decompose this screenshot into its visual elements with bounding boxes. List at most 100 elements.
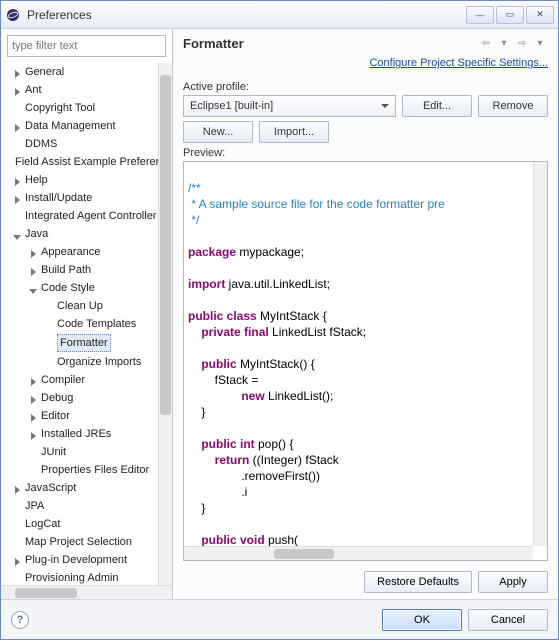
- tree-item[interactable]: Copyright Tool: [5, 99, 160, 117]
- maximize-button[interactable]: ▭: [496, 6, 524, 24]
- new-button[interactable]: New...: [183, 121, 253, 143]
- tree-item[interactable]: Compiler: [5, 371, 160, 389]
- tree-item-label: Appearance: [41, 244, 100, 260]
- edit-button[interactable]: Edit...: [402, 95, 472, 117]
- twisty-closed-icon[interactable]: [13, 555, 23, 565]
- tree-item[interactable]: Ant: [5, 81, 160, 99]
- tree-item[interactable]: General: [5, 63, 160, 81]
- tree-item[interactable]: Organize Imports: [5, 353, 160, 371]
- tree-item[interactable]: Debug: [5, 389, 160, 407]
- tree-item[interactable]: Code Templates: [5, 315, 160, 333]
- twisty-closed-icon[interactable]: [29, 375, 39, 385]
- twisty-closed-icon[interactable]: [13, 67, 23, 77]
- twisty-closed-icon[interactable]: [29, 429, 39, 439]
- filter-input[interactable]: [7, 35, 166, 57]
- preview-code[interactable]: /** * A sample source file for the code …: [183, 161, 548, 561]
- tree-item-label: JavaScript: [25, 480, 76, 496]
- back-icon[interactable]: ⇦: [478, 35, 494, 51]
- active-profile-combo[interactable]: Eclipse1 [built-in]: [183, 95, 396, 117]
- tree-item[interactable]: Properties Files Editor: [5, 461, 160, 479]
- twisty-closed-icon[interactable]: [29, 393, 39, 403]
- tree-item[interactable]: Code Style: [5, 279, 160, 297]
- twisty-closed-icon[interactable]: [13, 121, 23, 131]
- sidebar: GeneralAntCopyright ToolData ManagementD…: [1, 29, 173, 599]
- twisty-none: [13, 211, 23, 221]
- forward-icon[interactable]: ⇨: [514, 35, 530, 51]
- tree-item-label: Install/Update: [25, 190, 92, 206]
- cancel-button[interactable]: Cancel: [468, 609, 548, 631]
- tree-item-label: Compiler: [41, 372, 85, 388]
- tree-item-label: General: [25, 64, 64, 80]
- tree-item[interactable]: Map Project Selection: [5, 533, 160, 551]
- twisty-none: [13, 501, 23, 511]
- tree-hscroll[interactable]: [1, 585, 172, 599]
- tree-item[interactable]: Integrated Agent Controller: [5, 207, 160, 225]
- tree-item[interactable]: Provisioning Admin: [5, 569, 160, 585]
- active-profile-label: Active profile:: [183, 81, 548, 93]
- twisty-closed-icon[interactable]: [13, 85, 23, 95]
- twisty-none: [45, 301, 55, 311]
- tree-item[interactable]: Build Path: [5, 261, 160, 279]
- tree-item[interactable]: Appearance: [5, 243, 160, 261]
- twisty-open-icon[interactable]: [13, 229, 23, 239]
- twisty-none: [45, 319, 55, 329]
- tree-item[interactable]: Data Management: [5, 117, 160, 135]
- preview-label: Preview:: [183, 147, 548, 159]
- twisty-closed-icon[interactable]: [29, 411, 39, 421]
- tree-item[interactable]: DDMS: [5, 135, 160, 153]
- tree-item[interactable]: Field Assist Example Preferences: [5, 153, 160, 171]
- twisty-none: [13, 537, 23, 547]
- help-icon[interactable]: ?: [11, 611, 29, 629]
- preference-tree[interactable]: GeneralAntCopyright ToolData ManagementD…: [5, 63, 172, 585]
- tree-item[interactable]: LogCat: [5, 515, 160, 533]
- tree-item-label: Formatter: [57, 334, 111, 352]
- close-button[interactable]: ✕: [526, 6, 554, 24]
- twisty-open-icon[interactable]: [29, 283, 39, 293]
- preview-vscroll[interactable]: [533, 162, 547, 546]
- tree-item[interactable]: Install/Update: [5, 189, 160, 207]
- twisty-none: [13, 139, 23, 149]
- tree-item[interactable]: JavaScript: [5, 479, 160, 497]
- remove-button[interactable]: Remove: [478, 95, 548, 117]
- tree-item-label: Organize Imports: [57, 354, 141, 370]
- tree-item-label: Build Path: [41, 262, 91, 278]
- page-title: Formatter: [183, 36, 478, 51]
- tree-item-label: Clean Up: [57, 298, 103, 314]
- twisty-none: [13, 519, 23, 529]
- tree-item-label: Data Management: [25, 118, 116, 134]
- twisty-closed-icon[interactable]: [13, 483, 23, 493]
- ok-button[interactable]: OK: [382, 609, 462, 631]
- tree-item[interactable]: Clean Up: [5, 297, 160, 315]
- tree-item[interactable]: Formatter: [5, 333, 160, 353]
- tree-item[interactable]: Help: [5, 171, 160, 189]
- minimize-button[interactable]: —: [466, 6, 494, 24]
- back-menu-icon[interactable]: ▾: [496, 35, 512, 51]
- import-button[interactable]: Import...: [259, 121, 329, 143]
- tree-item[interactable]: Editor: [5, 407, 160, 425]
- twisty-none: [13, 573, 23, 583]
- forward-menu-icon[interactable]: ▾: [532, 35, 548, 51]
- titlebar: Preferences — ▭ ✕: [1, 1, 558, 29]
- tree-item[interactable]: Plug-in Development: [5, 551, 160, 569]
- apply-button[interactable]: Apply: [478, 571, 548, 593]
- preview-hscroll[interactable]: [184, 546, 533, 560]
- configure-project-settings-link[interactable]: Configure Project Specific Settings...: [369, 57, 548, 69]
- tree-item[interactable]: JUnit: [5, 443, 160, 461]
- twisty-closed-icon[interactable]: [29, 265, 39, 275]
- twisty-closed-icon[interactable]: [13, 175, 23, 185]
- tree-item-label: Code Style: [41, 280, 95, 296]
- eclipse-icon: [5, 7, 21, 23]
- tree-item[interactable]: Installed JREs: [5, 425, 160, 443]
- restore-defaults-button[interactable]: Restore Defaults: [364, 571, 472, 593]
- twisty-closed-icon[interactable]: [13, 193, 23, 203]
- tree-item-label: Plug-in Development: [25, 552, 127, 568]
- tree-item-label: Help: [25, 172, 48, 188]
- tree-item-label: Editor: [41, 408, 70, 424]
- twisty-none: [13, 103, 23, 113]
- tree-item-label: Map Project Selection: [25, 534, 132, 550]
- tree-item[interactable]: JPA: [5, 497, 160, 515]
- tree-item[interactable]: Java: [5, 225, 160, 243]
- tree-vscroll[interactable]: [158, 63, 172, 585]
- twisty-closed-icon[interactable]: [29, 247, 39, 257]
- tree-item-label: Java: [25, 226, 48, 242]
